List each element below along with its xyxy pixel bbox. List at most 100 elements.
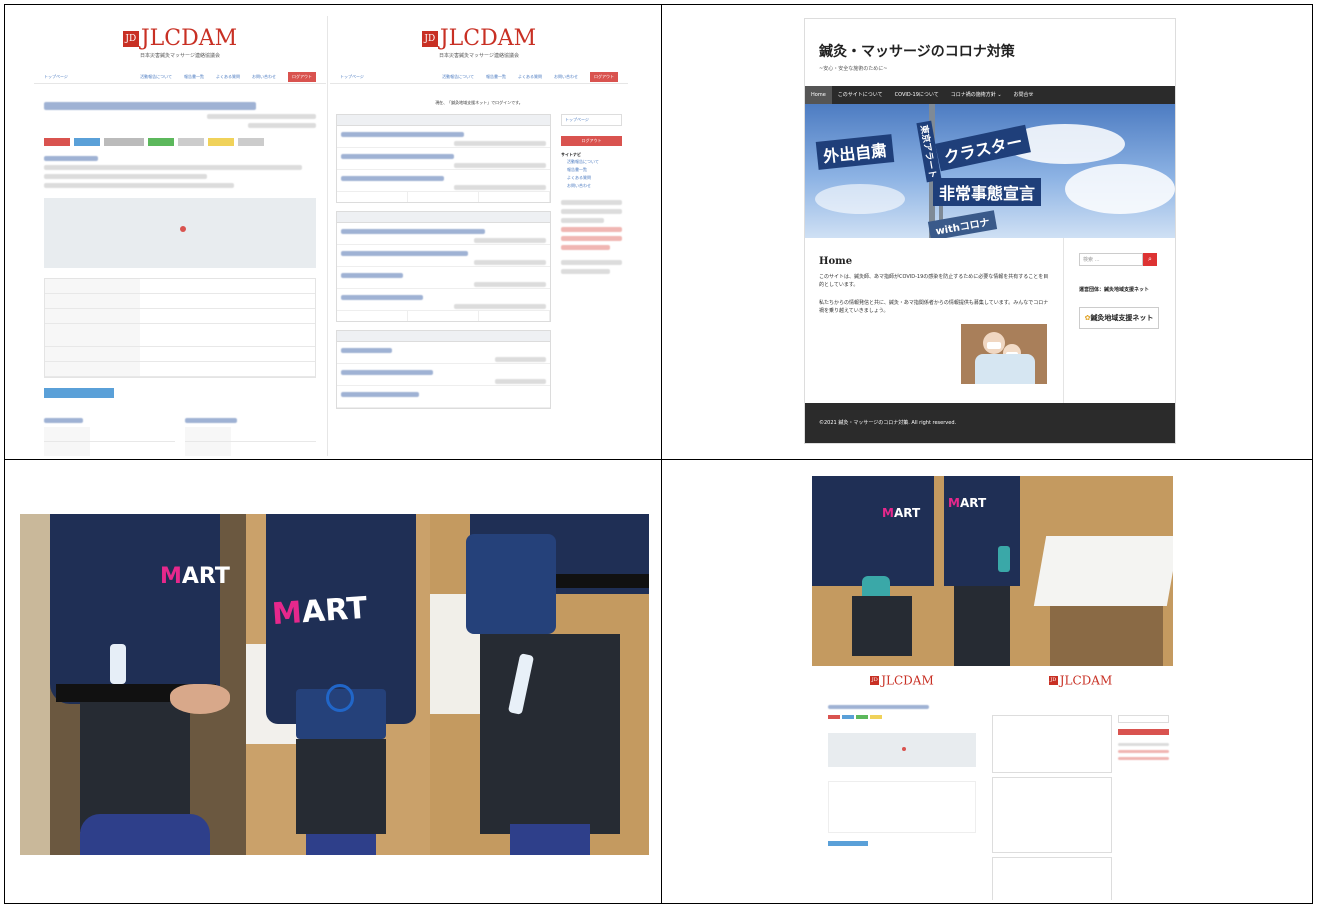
- tag: [148, 138, 174, 146]
- art-logo-text: ART: [893, 506, 921, 520]
- intro-paragraph: このサイトは、鍼灸師、あマ指師がCOVID-19の感染を防止するために必要な情報…: [819, 274, 1049, 288]
- tag: [178, 138, 204, 146]
- member-layout: トップページ ログアウト サイトナビ 活動報告について 報告書一覧 よくある質問…: [330, 106, 628, 417]
- nav-faq[interactable]: よくある質問: [518, 74, 542, 80]
- table-row: [45, 362, 315, 377]
- table-row: [45, 347, 315, 362]
- search-icon[interactable]: ⌕: [1143, 253, 1157, 266]
- calendar-button[interactable]: [44, 388, 114, 398]
- sidebar-link[interactable]: よくある質問: [561, 174, 622, 182]
- art-logo-text: ART: [181, 564, 230, 589]
- nav-policy-dropdown[interactable]: コロナ禍の施術方針 ⌄: [945, 86, 1008, 104]
- nav-home[interactable]: Home: [805, 86, 832, 104]
- blurred-meta: [207, 114, 316, 119]
- nav-covid[interactable]: COVID-19について: [889, 86, 945, 104]
- grid-divider-vertical: [661, 4, 662, 904]
- hero-banner: 外出自粛 東京アラート クラスター 非常事態宣言 withコロナ: [805, 104, 1175, 238]
- site-footer: ©2021 鍼灸・マッサージのコロナ対策. All right reserved…: [805, 403, 1175, 443]
- support-group-table: [44, 414, 175, 456]
- search-input[interactable]: 検索 …: [1079, 253, 1143, 266]
- site-nav: Home このサイトについて COVID-19について コロナ禍の施術方針 ⌄ …: [805, 86, 1175, 104]
- jlcdam-nav: トップページ 活動報告について 報告書一覧 よくある質問 お問い合わせ ログアウ…: [34, 71, 326, 84]
- table-row: [45, 309, 315, 324]
- council-news-box: [336, 330, 551, 409]
- nav-reports[interactable]: 報告書一覧: [486, 74, 506, 80]
- nav-faq[interactable]: よくある質問: [216, 74, 240, 80]
- jlcdam-logo-subtitle: 日本災害鍼灸マッサージ連絡協議会: [439, 53, 519, 59]
- site-subtitle: ~安心・安全な施術のために~: [819, 66, 888, 72]
- detail-table: [44, 278, 316, 378]
- blurred-text: [44, 174, 208, 179]
- screenshot-separator: [327, 16, 328, 456]
- site-title: 鍼灸・マッサージのコロナ対策: [819, 44, 1015, 60]
- photo-back-waist-pouch: MART: [246, 514, 430, 855]
- news-box: [336, 211, 551, 322]
- banner-sign: クラスター: [935, 124, 1031, 172]
- blurred-date: [248, 123, 316, 128]
- blurred-heading: [44, 156, 99, 161]
- masked-parent-child-photo: [961, 324, 1047, 384]
- nav-logout[interactable]: ログアウト: [590, 72, 618, 82]
- jlcdam-nav: トップページ 活動報告について 報告書一覧 よくある質問 お問い合わせ ログアウ…: [330, 71, 628, 84]
- home-heading: Home: [819, 256, 853, 267]
- blurred-text: [44, 183, 235, 188]
- table-row: [45, 324, 315, 347]
- nav-about[interactable]: 活動報告について: [140, 74, 172, 80]
- nav-top[interactable]: トップページ: [340, 74, 364, 80]
- photo-pouch-closeup: [430, 514, 649, 855]
- activity-content: [34, 84, 326, 456]
- blurred-title: [44, 102, 257, 110]
- sidebar-link[interactable]: 活動報告について: [561, 158, 622, 166]
- tag: [104, 138, 144, 146]
- sidebar-link[interactable]: お問い合わせ: [561, 182, 622, 190]
- nav-about[interactable]: 活動報告について: [442, 74, 474, 80]
- photo-treatment-bed: [1030, 476, 1173, 666]
- jlcdam-activity-thumbnail: JD JLCDAM: [818, 668, 986, 900]
- banner-sign: 外出自粛: [815, 134, 895, 170]
- nav-contact[interactable]: お問い合わせ: [252, 74, 276, 80]
- report-box: [336, 114, 551, 203]
- intro-paragraph: 私たちからの情報発信と共に、鍼灸・あマ指関係者からの情報提供も募集しています。み…: [819, 300, 1049, 314]
- sidebar-link[interactable]: 報告書一覧: [561, 166, 622, 174]
- tag-row: [44, 138, 316, 146]
- grid-divider-horizontal: [4, 459, 1313, 460]
- jlcdam-logo: JD JLCDAM: [34, 26, 326, 51]
- waist-pouch: [466, 534, 556, 634]
- corona-site-screenshot: 鍼灸・マッサージのコロナ対策 ~安心・安全な施術のために~ Home このサイト…: [804, 18, 1176, 444]
- jlcdam-member-thumbnail: JD JLCDAM: [988, 668, 1173, 900]
- photo-hand-sanitizer: MART: [20, 514, 246, 855]
- tag: [208, 138, 234, 146]
- map-pin-icon: [180, 226, 186, 232]
- member-sidebar: トップページ ログアウト サイトナビ 活動報告について 報告書一覧 よくある質問…: [561, 106, 622, 417]
- sidebar-top-link[interactable]: トップページ: [561, 114, 622, 126]
- operator-heading: 運営団体：鍼灸地域支援ネット: [1079, 287, 1150, 293]
- blurred-text: [44, 165, 303, 170]
- sidebar-logout-button[interactable]: ログアウト: [561, 136, 622, 146]
- nav-logout[interactable]: ログアウト: [288, 72, 316, 82]
- jlcdam-logo: JD JLCDAM: [330, 26, 628, 51]
- jlcdam-logo-subtitle: 日本災害鍼灸マッサージ連絡協議会: [140, 53, 220, 59]
- nav-top[interactable]: トップページ: [44, 74, 68, 80]
- table-row: [45, 294, 315, 309]
- member-main: [336, 106, 551, 417]
- map-embed[interactable]: [44, 198, 316, 268]
- tag: [238, 138, 264, 146]
- nav-contact[interactable]: お問合せ: [1008, 86, 1040, 104]
- photo-neck-sanitizer: MART: [812, 476, 934, 666]
- jlcdam-member-page-screenshot: JD JLCDAM 日本災害鍼灸マッサージ連絡協議会 トップページ 活動報告につい…: [330, 16, 628, 456]
- banner-sign: 非常事態宣言: [933, 178, 1042, 206]
- table-row: [45, 279, 315, 294]
- nav-contact[interactable]: お問い合わせ: [554, 74, 578, 80]
- tag: [74, 138, 100, 146]
- jlcdam-activity-page-screenshot: JD JLCDAM 日本災害鍼灸マッサージ連絡協議会 トップページ 活動報告につい…: [34, 16, 326, 456]
- operator-logo[interactable]: ✿鍼灸地域支援ネット: [1079, 307, 1159, 329]
- photo-back-sanitizer-holder: MART: [934, 476, 1030, 666]
- art-logo-text: ART: [300, 590, 369, 631]
- art-logo-text: ART: [959, 496, 987, 510]
- nav-reports[interactable]: 報告書一覧: [184, 74, 204, 80]
- nav-about-site[interactable]: このサイトについて: [832, 86, 889, 104]
- sidebar-divider: [1063, 238, 1064, 403]
- tag: [44, 138, 70, 146]
- contact-tables: [44, 414, 316, 456]
- support-contact-table: [185, 414, 316, 456]
